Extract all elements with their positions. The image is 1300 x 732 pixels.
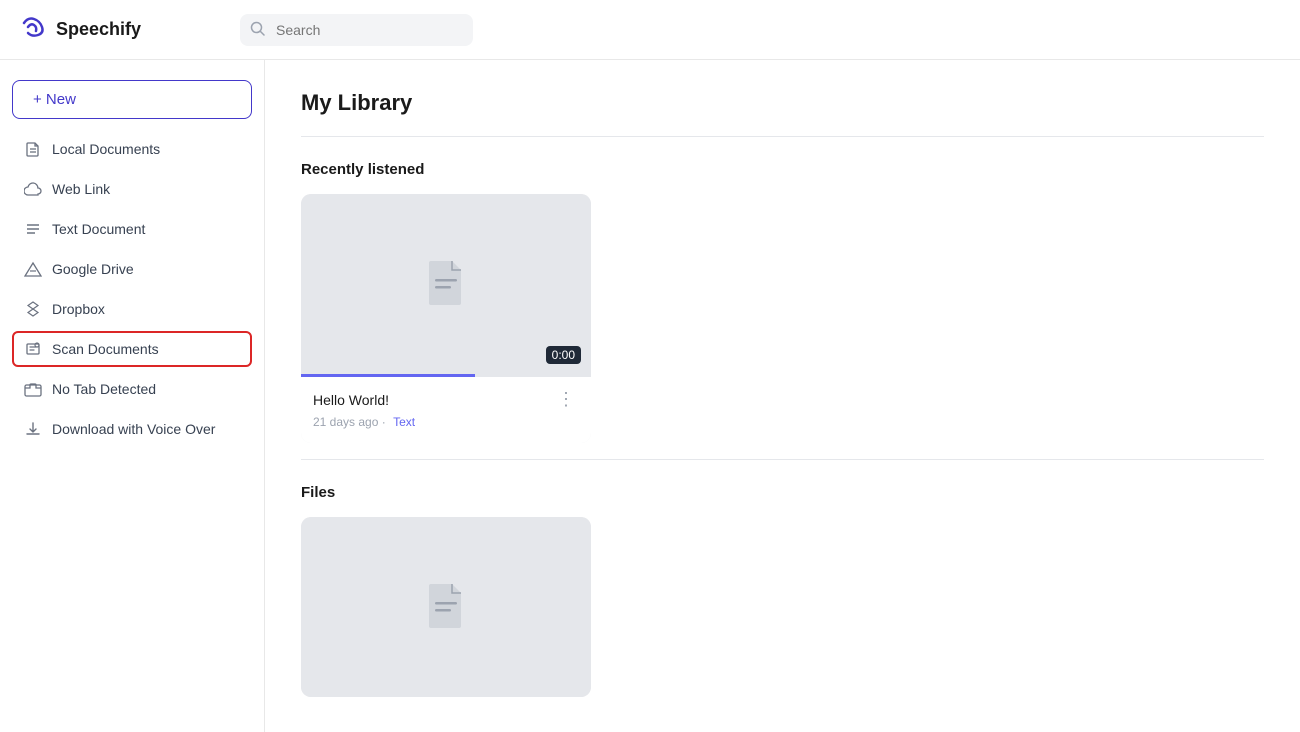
file-icon [24,140,42,158]
sidebar-item-label: Web Link [52,181,110,197]
text-icon [24,220,42,238]
sidebar-item-label: Dropbox [52,301,105,317]
sidebar-item-no-tab-detected[interactable]: No Tab Detected [12,371,252,407]
card-title-row: Hello World! ⋮ [313,387,579,412]
search-wrapper [240,14,1280,46]
files-title: Files [301,484,1264,501]
sidebar-item-label: Google Drive [52,261,134,277]
sidebar-item-label: Text Document [52,221,145,237]
card-meta: 21 days ago · Text [313,415,579,429]
app-layout: + New Local Documents Web Link [0,60,1300,732]
drive-icon [24,260,42,278]
sidebar-item-text-document[interactable]: Text Document [12,211,252,247]
recently-listened-cards: 0:00 Hello World! ⋮ 21 days ago · [301,194,1264,443]
files-cards [301,517,1264,697]
card-age: 21 days ago [313,415,378,429]
card-hello-world[interactable]: 0:00 Hello World! ⋮ 21 days ago · [301,194,591,443]
main-content: My Library Recently listened [265,60,1300,732]
sidebar-item-dropbox[interactable]: Dropbox [12,291,252,327]
card-info: Hello World! ⋮ 21 days ago · Text [301,377,591,443]
file-doc-icon [425,580,467,635]
card-dot: · [382,415,389,429]
divider [301,136,1264,137]
sidebar-item-download-voice-over[interactable]: Download with Voice Over [12,411,252,447]
cloud-icon [24,180,42,198]
app-header: Speechify [0,0,1300,60]
progress-bar [301,374,591,377]
card-name: Hello World! [313,392,389,408]
card-thumbnail: 0:00 [301,194,591,374]
sidebar-item-google-drive[interactable]: Google Drive [12,251,252,287]
doc-icon [425,257,467,312]
speechify-logo-icon [20,13,48,47]
sidebar-item-label: Local Documents [52,141,160,157]
sidebar-item-local-documents[interactable]: Local Documents [12,131,252,167]
sidebar-item-label: Download with Voice Over [52,421,215,437]
time-badge: 0:00 [546,346,581,364]
search-icon [250,21,265,39]
recently-listened-title: Recently listened [301,161,1264,178]
recently-listened-section: Recently listened 0:00 [301,161,1264,443]
files-section: Files [301,484,1264,697]
card-menu-button[interactable]: ⋮ [553,387,579,412]
new-button[interactable]: + New [12,80,252,119]
file-card-thumbnail [301,517,591,697]
logo-area: Speechify [20,13,220,47]
file-card-1[interactable] [301,517,591,697]
sidebar-item-scan-documents[interactable]: Scan Documents [12,331,252,367]
search-input[interactable] [240,14,473,46]
tab-icon [24,380,42,398]
scan-icon [24,340,42,358]
dropbox-icon [24,300,42,318]
sidebar: + New Local Documents Web Link [0,60,265,732]
page-title: My Library [301,90,1264,116]
sidebar-item-web-link[interactable]: Web Link [12,171,252,207]
sidebar-item-label: No Tab Detected [52,381,156,397]
card-tag: Text [393,415,415,429]
progress-fill [301,374,475,377]
download-icon [24,420,42,438]
app-name: Speechify [56,19,141,40]
files-divider [301,459,1264,460]
sidebar-item-label: Scan Documents [52,341,159,357]
